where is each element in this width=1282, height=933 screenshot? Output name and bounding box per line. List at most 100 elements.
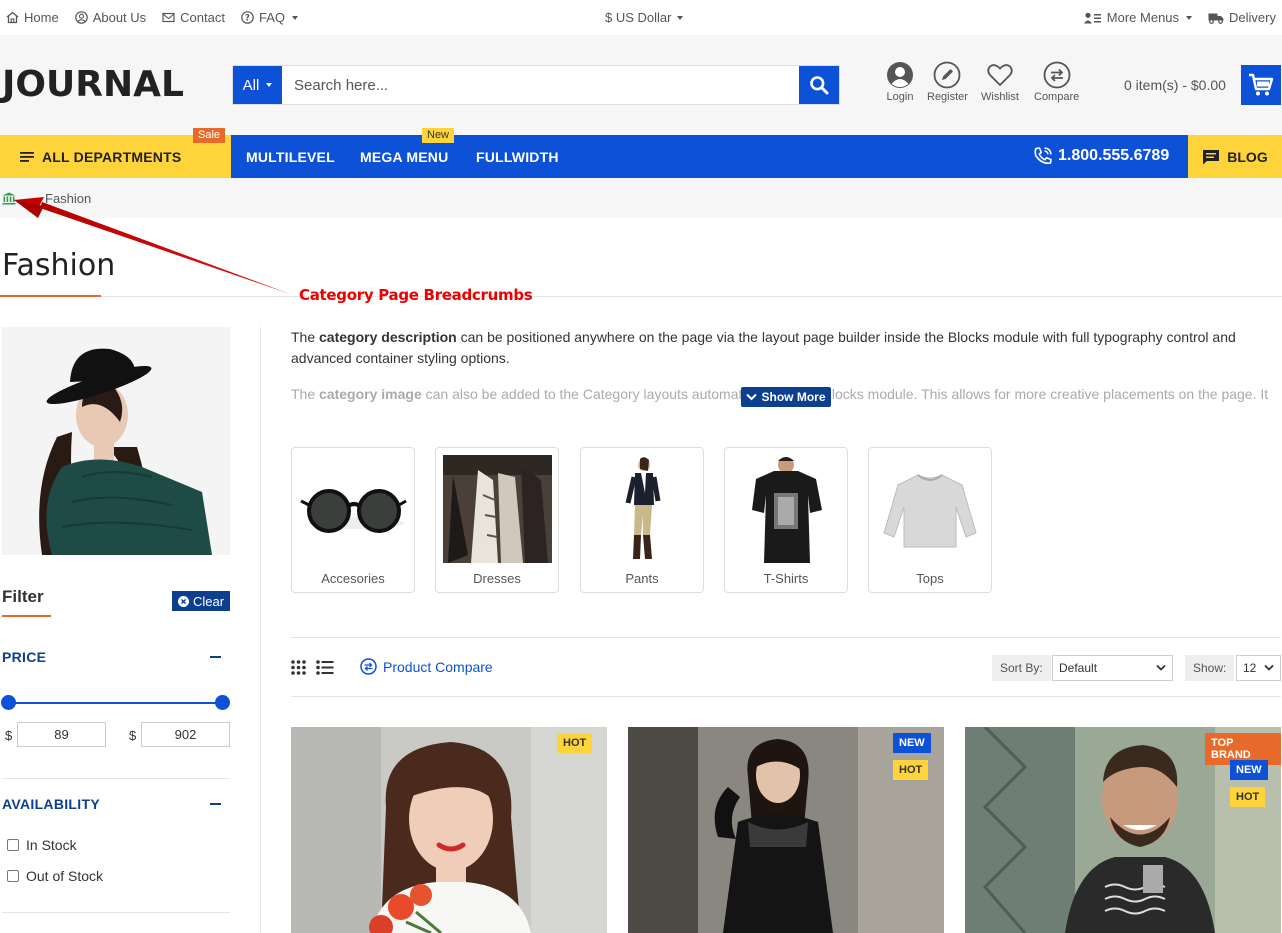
subcategory-card-t-shirts[interactable]: T-Shirts	[724, 447, 848, 593]
show-value: 12	[1243, 661, 1257, 675]
home-icon	[6, 11, 19, 24]
desc-bold: category description	[319, 329, 457, 345]
chevron-down-icon	[1156, 664, 1166, 671]
product-card[interactable]: TOP BRAND NEW HOT	[965, 727, 1281, 933]
new-badge: New	[422, 128, 455, 143]
product-card[interactable]: NEW HOT	[628, 727, 944, 933]
close-circle-icon	[177, 595, 189, 607]
search-button[interactable]	[799, 66, 839, 104]
price-section-title[interactable]: PRICE	[2, 649, 46, 665]
delivery-link[interactable]: Delivery	[1208, 10, 1276, 25]
top-link-faq[interactable]: ? FAQ	[241, 10, 298, 25]
show-more-button[interactable]: Show More	[741, 387, 831, 407]
blog-button[interactable]: BLOG	[1188, 135, 1282, 178]
blog-label: BLOG	[1227, 148, 1268, 165]
menu-icon	[20, 151, 34, 162]
main-nav: ALL DEPARTMENTS Sale MULTILEVEL MEGA MEN…	[0, 128, 1282, 178]
login-button[interactable]: Login	[886, 61, 914, 103]
all-departments-label: ALL DEPARTMENTS	[42, 148, 182, 165]
category-image	[2, 327, 230, 555]
filter-separator	[2, 778, 230, 779]
sort-by-select[interactable]: Default	[1052, 655, 1173, 681]
phone-icon	[1034, 147, 1052, 165]
pencil-icon	[934, 61, 961, 89]
category-description: The category description can be position…	[291, 327, 1281, 369]
chevron-down-icon	[677, 15, 684, 20]
price-slider-min-handle[interactable]	[1, 695, 16, 710]
chevron-down-icon	[266, 83, 273, 87]
search-bar: All	[232, 65, 840, 105]
toolbar-divider-top	[291, 637, 1281, 638]
search-category-dropdown[interactable]: All	[233, 66, 282, 104]
subcategory-image	[876, 455, 985, 563]
svg-text:?: ?	[245, 14, 250, 24]
top-link-contact[interactable]: Contact	[162, 10, 225, 25]
subcategory-label: Dresses	[473, 571, 521, 586]
product-tag-hot: HOT	[1230, 787, 1266, 807]
compare-icon	[1043, 61, 1071, 89]
top-link-label: Home	[24, 10, 59, 25]
list-view-icon[interactable]	[316, 660, 334, 675]
out-of-stock-label[interactable]: Out of Stock	[26, 868, 103, 884]
cart-button[interactable]	[1241, 65, 1281, 105]
currency-selector[interactable]: $ US Dollar	[605, 10, 684, 25]
product-image	[291, 727, 607, 933]
subcategory-label: Tops	[916, 571, 944, 586]
subcategory-card-dresses[interactable]: Dresses	[435, 447, 559, 593]
blog-icon	[1203, 149, 1220, 164]
nav-multilevel[interactable]: MULTILEVEL	[246, 149, 335, 165]
price-slider-track[interactable]	[8, 702, 222, 704]
show-label: Show:	[1185, 655, 1235, 681]
clear-filter-button[interactable]: Clear	[172, 591, 230, 611]
site-logo[interactable]: JOURNAL	[2, 67, 184, 103]
wishlist-label: Wishlist	[981, 91, 1019, 103]
price-max-input[interactable]: 902	[141, 722, 230, 747]
product-card[interactable]: HOT	[291, 727, 607, 933]
clear-label: Clear	[192, 593, 225, 609]
product-tag-new: NEW	[1230, 760, 1268, 780]
chevron-down-icon	[1186, 15, 1193, 20]
wishlist-button[interactable]: Wishlist	[981, 61, 1019, 103]
top-link-label: FAQ	[258, 10, 285, 25]
subcategory-card-tops[interactable]: Tops	[868, 447, 992, 593]
price-min-input[interactable]: 89	[17, 722, 106, 747]
top-link-label: Contact	[180, 10, 225, 25]
desc-bold: category image	[319, 386, 422, 402]
out-of-stock-checkbox[interactable]	[7, 870, 19, 882]
cart-icon	[1249, 73, 1274, 96]
subcategory-card-pants[interactable]: Pants	[580, 447, 704, 593]
product-tag-hot: HOT	[557, 733, 593, 753]
filter-separator	[2, 912, 230, 913]
price-slider-max-handle[interactable]	[215, 695, 230, 710]
availability-section-title[interactable]: AVAILABILITY	[2, 796, 100, 812]
in-stock-label[interactable]: In Stock	[26, 837, 77, 853]
collapse-price-icon[interactable]	[210, 656, 221, 658]
subcategory-image	[588, 455, 697, 563]
sale-badge: Sale	[193, 128, 226, 143]
register-button[interactable]: Register	[927, 61, 968, 103]
price-min-currency: $	[5, 728, 13, 743]
grid-view-icon[interactable]	[291, 660, 306, 675]
more-menus-dropdown[interactable]: More Menus	[1083, 10, 1193, 25]
nav-fullwidth[interactable]: FULLWIDTH	[476, 149, 559, 165]
in-stock-checkbox[interactable]	[7, 839, 19, 851]
question-icon: ?	[241, 11, 254, 24]
subcategory-label: Accesories	[321, 571, 385, 586]
product-compare-link[interactable]: Product Compare	[360, 658, 493, 675]
show-select[interactable]: 12	[1236, 655, 1281, 681]
mail-icon	[162, 12, 175, 23]
subcategory-card-accesories[interactable]: Accesories	[291, 447, 415, 593]
compare-button[interactable]: Compare	[1034, 61, 1079, 103]
top-link-home[interactable]: Home	[6, 10, 59, 25]
top-link-about[interactable]: About Us	[74, 10, 146, 25]
cart-summary[interactable]: 0 item(s) - $0.00	[1124, 77, 1226, 93]
search-input[interactable]	[282, 66, 799, 104]
filter-title: Filter	[2, 587, 44, 606]
phone-link[interactable]: 1.800.555.6789	[1033, 146, 1169, 166]
nav-mega-menu[interactable]: MEGA MENU	[360, 149, 448, 165]
subcategory-label: Pants	[625, 571, 659, 586]
collapse-availability-icon[interactable]	[210, 803, 221, 805]
sort-by-label: Sort By:	[992, 655, 1051, 681]
currency-label: $ US Dollar	[605, 10, 672, 25]
chevron-down-icon	[292, 15, 298, 20]
